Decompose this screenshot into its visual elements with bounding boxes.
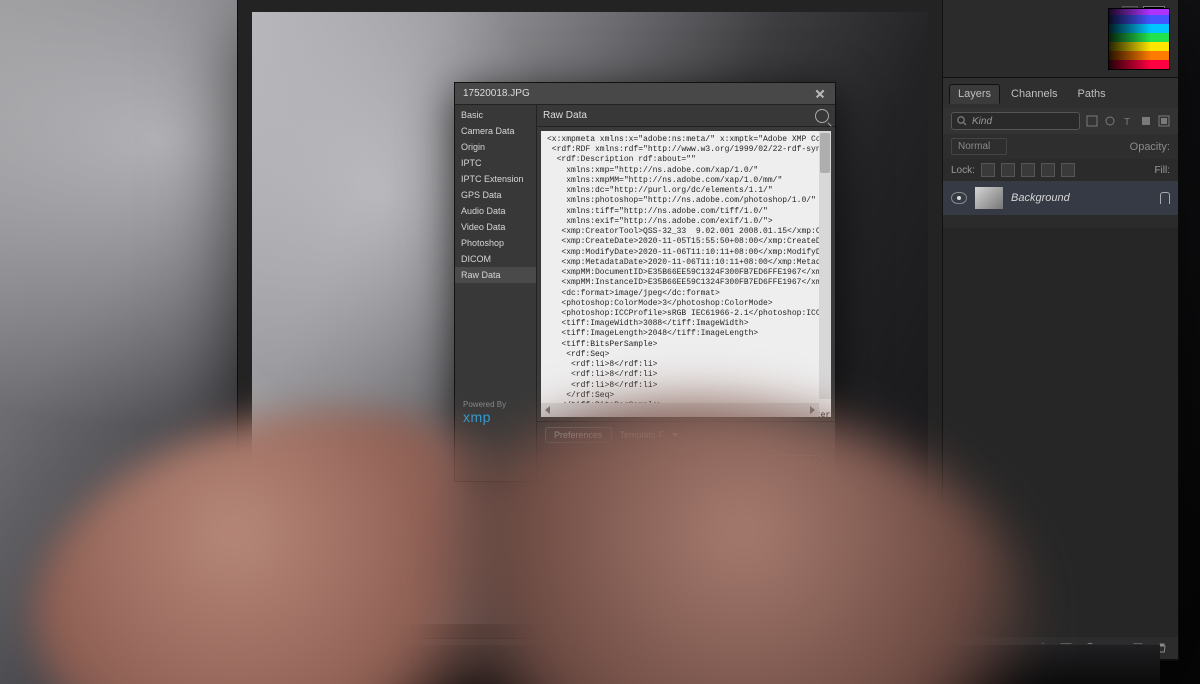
filter-smart-icon[interactable] bbox=[1158, 115, 1170, 127]
lock-all-icon[interactable] bbox=[1061, 163, 1075, 177]
panel-tabs: LayersChannelsPaths bbox=[943, 78, 1178, 108]
sidebar-item-origin[interactable]: Origin bbox=[455, 139, 536, 155]
layer-filter-label: Kind bbox=[972, 116, 992, 127]
search-icon bbox=[956, 115, 968, 127]
layer-name[interactable]: Background bbox=[1011, 192, 1070, 204]
layer-row-background[interactable]: Background bbox=[943, 181, 1178, 215]
fill-label: Fill: bbox=[1154, 165, 1170, 176]
layer-thumbnail[interactable] bbox=[975, 187, 1003, 209]
scroll-left-icon[interactable] bbox=[545, 406, 550, 414]
blend-mode-select[interactable]: Normal bbox=[951, 138, 1007, 155]
tab-channels[interactable]: Channels bbox=[1002, 84, 1066, 104]
color-ramp[interactable] bbox=[1108, 8, 1170, 70]
sidebar-item-iptc-extension[interactable]: IPTC Extension bbox=[455, 171, 536, 187]
sidebar-item-raw-data[interactable]: Raw Data bbox=[455, 267, 536, 283]
sidebar-item-dicom[interactable]: DICOM bbox=[455, 251, 536, 267]
filter-type-icon[interactable]: T bbox=[1122, 115, 1134, 127]
lock-position-icon[interactable] bbox=[1021, 163, 1035, 177]
raw-data-content: <x:xmpmeta xmlns:x="adobe:ns:meta/" x:xm… bbox=[541, 131, 831, 417]
visibility-eye-icon[interactable] bbox=[951, 192, 967, 204]
color-panel bbox=[943, 0, 1178, 78]
blend-row: Normal Opacity: bbox=[943, 134, 1178, 159]
raw-data-textarea[interactable]: <x:xmpmeta xmlns:x="adobe:ns:meta/" x:xm… bbox=[541, 131, 831, 417]
sidebar-item-video-data[interactable]: Video Data bbox=[455, 219, 536, 235]
lock-row: Lock: Fill: bbox=[943, 159, 1178, 181]
tab-paths[interactable]: Paths bbox=[1069, 84, 1115, 104]
vertical-scrollbar[interactable] bbox=[819, 131, 831, 399]
sidebar-item-audio-data[interactable]: Audio Data bbox=[455, 203, 536, 219]
sidebar-item-gps-data[interactable]: GPS Data bbox=[455, 187, 536, 203]
scroll-right-icon[interactable] bbox=[810, 406, 815, 414]
layer-kind-filter[interactable]: Kind bbox=[951, 112, 1080, 130]
lock-label: Lock: bbox=[951, 165, 975, 176]
lock-artboard-icon[interactable] bbox=[1041, 163, 1055, 177]
lock-icon bbox=[1160, 192, 1170, 204]
dialog-sidebar: BasicCamera DataOriginIPTCIPTC Extension… bbox=[455, 105, 537, 481]
opacity-label: Opacity: bbox=[1130, 141, 1170, 153]
sidebar-item-iptc[interactable]: IPTC bbox=[455, 155, 536, 171]
filter-pixel-icon[interactable] bbox=[1086, 115, 1098, 127]
dialog-main-tab: Raw Data bbox=[543, 110, 587, 121]
sidebar-item-basic[interactable]: Basic bbox=[455, 107, 536, 123]
close-icon[interactable] bbox=[813, 87, 827, 101]
filter-adjust-icon[interactable] bbox=[1104, 115, 1116, 127]
powered-by: Powered By xmp bbox=[463, 400, 506, 425]
sidebar-item-photoshop[interactable]: Photoshop bbox=[455, 235, 536, 251]
svg-text:T: T bbox=[1124, 117, 1130, 127]
lock-transparent-icon[interactable] bbox=[981, 163, 995, 177]
layers-filter-row: Kind T bbox=[943, 108, 1178, 134]
dialog-main-header: Raw Data bbox=[537, 105, 835, 127]
xmp-logo: xmp bbox=[463, 409, 506, 425]
lock-pixels-icon[interactable] bbox=[1001, 163, 1015, 177]
powered-by-label: Powered By bbox=[463, 400, 506, 409]
search-icon[interactable] bbox=[815, 109, 829, 123]
dialog-titlebar[interactable]: 17520018.JPG bbox=[455, 83, 835, 105]
filter-shape-icon[interactable] bbox=[1140, 115, 1152, 127]
tab-layers[interactable]: Layers bbox=[949, 84, 1000, 104]
dialog-title: 17520018.JPG bbox=[463, 88, 530, 99]
sidebar-item-camera-data[interactable]: Camera Data bbox=[455, 123, 536, 139]
